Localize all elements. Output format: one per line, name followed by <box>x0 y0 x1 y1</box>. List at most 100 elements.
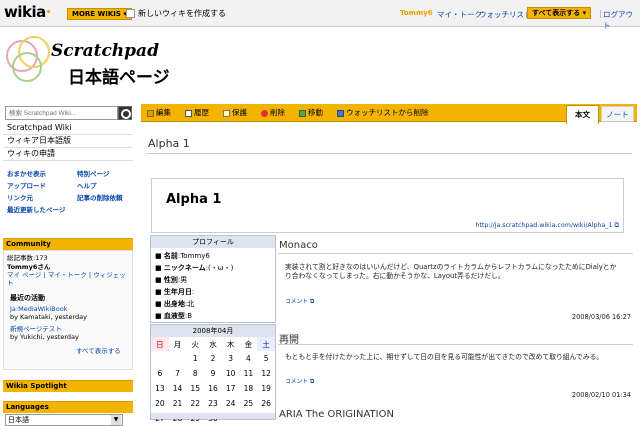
profile-item: ■ 生年月日: <box>155 288 195 296</box>
search-input[interactable] <box>5 106 118 120</box>
calendar-day[interactable]: 2 <box>204 351 222 366</box>
show-all-button[interactable]: すべて表示する ▾ <box>527 7 592 19</box>
random-page-link[interactable]: おまかせ表示 <box>7 170 46 179</box>
search-button[interactable] <box>118 106 132 120</box>
profile-item: ■ 出身地:北 <box>155 300 195 308</box>
delete-button[interactable]: 削除 <box>261 108 285 118</box>
move-icon <box>299 109 306 117</box>
tab-article[interactable]: 本文 <box>566 105 599 124</box>
weekday-label: 火 <box>191 339 200 349</box>
calendar-day[interactable]: 4 <box>240 351 258 366</box>
wiki-logo[interactable]: Scratchpad 日本語ページ <box>4 32 184 92</box>
calendar-day[interactable]: 5 <box>257 351 275 366</box>
article-banner: Alpha 1 http://ja.scratchpad.wikia.com/w… <box>151 178 624 233</box>
calendar-day[interactable]: 18 <box>240 381 258 396</box>
calendar-footer <box>151 413 275 419</box>
move-button[interactable]: 移動 <box>299 108 323 118</box>
calendar-day <box>151 351 169 366</box>
post-title[interactable]: ARIA The ORIGINATION <box>279 409 394 420</box>
history-icon <box>185 109 192 117</box>
calendar-header: 2008年04月 <box>151 325 275 337</box>
my-talk-link[interactable]: マイ・トーク <box>437 9 482 20</box>
calendar-day[interactable]: 13 <box>151 381 169 396</box>
wiki-logo-title: Scratchpad <box>51 41 159 61</box>
calendar-day <box>169 351 187 366</box>
post-divider <box>278 253 633 254</box>
see-all-link[interactable]: すべて表示する <box>76 347 121 355</box>
weekday-label: 月 <box>173 339 182 349</box>
logout-link[interactable]: ログアウト <box>603 9 640 31</box>
calendar-day[interactable]: 24 <box>222 396 240 411</box>
post-comment-link[interactable]: コメント ⧉ <box>285 376 314 386</box>
post-body-line: もともと手を付けたかった上に、期せずして日の目を見る可能性が出てきたので改めて取… <box>285 353 604 361</box>
post-body: もともと手を付けたかった上に、期せずして日の目を見る可能性が出てきたので改めて取… <box>285 353 603 362</box>
calendar-day[interactable]: 14 <box>169 381 187 396</box>
calendar-day[interactable]: 11 <box>240 366 258 381</box>
profile-item: ■ 性別:男 <box>155 276 188 284</box>
calendar-day[interactable]: 7 <box>169 366 187 381</box>
chevron-down-icon: ▼ <box>111 415 121 425</box>
calendar-day[interactable]: 20 <box>151 396 169 411</box>
deletion-request-link[interactable]: 記事の削除依頼 <box>77 194 131 203</box>
calendar-day[interactable]: 19 <box>257 381 275 396</box>
recent-activity-by-1: by Kamataki, yesterday <box>10 313 88 321</box>
calendar-day[interactable]: 3 <box>222 351 240 366</box>
sidebar-item-wikia-japanese[interactable]: ウィキア日本語版 <box>3 135 133 148</box>
calendar-day[interactable]: 26 <box>257 396 275 411</box>
sidebar-item-wiki-request[interactable]: ウィキの申請 <box>3 148 133 161</box>
edit-button[interactable]: 編集 <box>147 108 171 118</box>
calendar-day[interactable]: 12 <box>257 366 275 381</box>
banner-url-link[interactable]: http://ja.scratchpad.wikia.com/wiki/Alph… <box>475 222 619 230</box>
page-title: Alpha 1 <box>148 137 190 150</box>
user-name-link[interactable]: Tommy6 <box>400 9 433 17</box>
wikia-logo[interactable]: wikia· <box>4 3 51 21</box>
history-button[interactable]: 履歴 <box>185 108 209 118</box>
calendar-day[interactable]: 10 <box>222 366 240 381</box>
spotlight-header: Wikia Spotlight <box>3 380 133 392</box>
recent-activity-link-1[interactable]: Ja:MediaWikiBook <box>10 305 67 313</box>
recent-changes-link[interactable]: 最近更新したページ <box>7 206 71 215</box>
upload-link[interactable]: アップロード <box>7 182 46 191</box>
lock-icon <box>223 109 230 117</box>
watch-icon <box>337 109 344 117</box>
calendar-day[interactable]: 21 <box>169 396 187 411</box>
recent-activity-by-2: by Yukichi, yesterday <box>10 333 79 341</box>
page-actions-toolbar: 編集 履歴 保護 削除 移動 ウォッチリストから削除 <box>141 104 637 122</box>
calendar-day[interactable]: 9 <box>204 366 222 381</box>
protect-button[interactable]: 保護 <box>223 108 247 118</box>
watchlist-link[interactable]: ウォッチリスト <box>479 9 532 20</box>
profile-item: ■ 名前:Tommy6 <box>155 252 210 260</box>
post-body: 実装されて割と好きなのはいいんだけど、Quartzのライトカラムからレフトカラム… <box>285 263 616 281</box>
recent-activity-link-2[interactable]: 新規ページテスト <box>10 325 62 333</box>
sidebar-item-scratchpad-wiki[interactable]: Scratchpad Wiki <box>3 122 133 135</box>
post-body-line: 実装されて割と好きなのはいいんだけど、Quartzのライトカラムからレフトカラム… <box>285 263 617 271</box>
calendar-day[interactable]: 16 <box>204 381 222 396</box>
unwatch-button[interactable]: ウォッチリストから削除 <box>337 108 429 118</box>
post-title[interactable]: Monaco <box>279 240 318 251</box>
weekday-label: 水 <box>209 339 217 349</box>
post-comment-link[interactable]: コメント ⧉ <box>285 296 314 306</box>
tab-talk[interactable]: ノート <box>601 106 634 122</box>
calendar-day[interactable]: 23 <box>204 396 222 411</box>
calendar-day[interactable]: 17 <box>222 381 240 396</box>
wiki-logo-subtitle: 日本語ページ <box>68 68 170 88</box>
calendar-day[interactable]: 22 <box>186 396 204 411</box>
create-new-wiki-link[interactable]: 新しいウィキを作成する <box>126 8 226 20</box>
community-user-links[interactable]: マイ ページ | マイ・トーク | ウィジェット <box>7 271 132 287</box>
special-pages-link[interactable]: 特別ページ <box>77 170 109 179</box>
calendar-day[interactable]: 8 <box>186 366 204 381</box>
calendar-day[interactable]: 6 <box>151 366 169 381</box>
what-links-here-link[interactable]: リンク元 <box>7 194 33 203</box>
language-select[interactable]: 日本語 ▼ <box>5 414 123 426</box>
calendar-day[interactable]: 25 <box>240 396 258 411</box>
banner-title: Alpha 1 <box>166 192 222 207</box>
help-link[interactable]: ヘルプ <box>77 182 97 191</box>
more-wikis-button[interactable]: MORE WIKIS ▾ <box>67 8 132 20</box>
weekday-label: 日 <box>151 337 169 351</box>
separator: | <box>599 9 602 18</box>
languages-header: Languages <box>3 401 133 413</box>
recent-activity-title: 最近の活動 <box>10 294 45 302</box>
calendar-day[interactable]: 15 <box>186 381 204 396</box>
post-date: 2008/02/10 01:34 <box>571 391 631 399</box>
calendar-day[interactable]: 1 <box>186 351 204 366</box>
